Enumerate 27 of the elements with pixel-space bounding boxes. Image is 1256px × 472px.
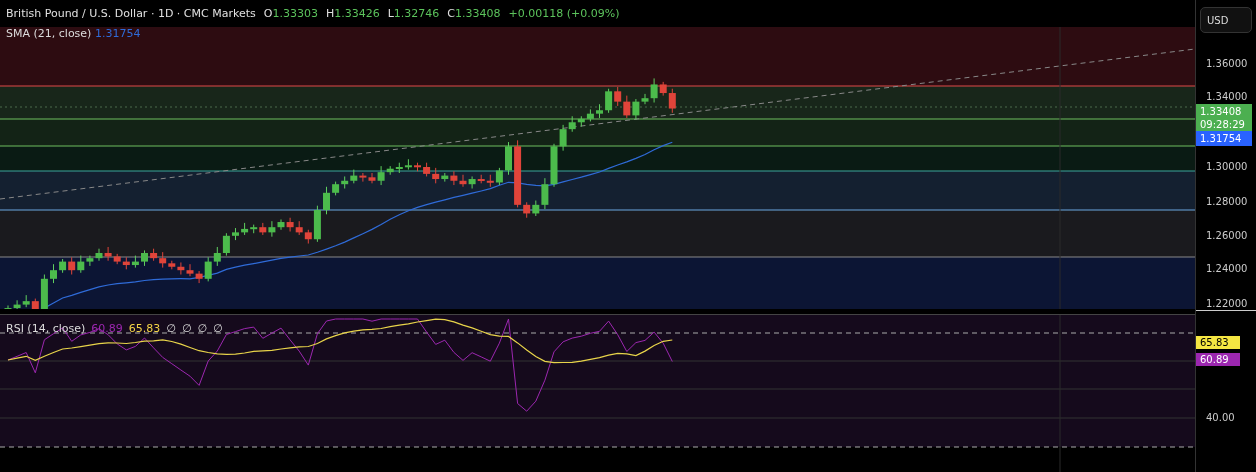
price-tick-label: 1.34000 (1206, 91, 1248, 102)
rsi-legend-label: RSI (14, close) (6, 322, 86, 335)
price-tick-label: 1.22000 (1206, 298, 1248, 309)
ohlc-value: O1.33303 (263, 7, 318, 20)
empty-value-symbol: ∅ (213, 322, 223, 335)
price-change: +0.00118 (+0.09%) (508, 7, 620, 20)
price-tag: 1.31754 (1196, 131, 1252, 146)
price-tick-label: 1.28000 (1206, 196, 1248, 207)
ohlc-value: C1.33408 (447, 7, 501, 20)
currency-button[interactable]: USD (1200, 7, 1252, 33)
rsi-value: 60.89 (91, 322, 123, 335)
ohlc-value: L1.32746 (387, 7, 440, 20)
price-tick-label: 1.30000 (1206, 161, 1248, 172)
rsi-tick-label: 40.00 (1206, 412, 1235, 423)
empty-value-symbol: ∅ (197, 322, 208, 335)
empty-value-symbol: ∅ (181, 322, 192, 335)
price-tick-label: 1.26000 (1206, 230, 1248, 241)
price-tag: 1.33408 09:28:29 (1196, 104, 1252, 132)
ohlc-value: H1.33426 (325, 7, 380, 20)
rsi-value: 65.83 (128, 322, 161, 335)
symbol-title: British Pound / U.S. Dollar · 1D · CMC Markets (6, 7, 256, 20)
price-tick-label: 1.36000 (1206, 58, 1248, 69)
price-tick-label: 1.24000 (1206, 263, 1248, 274)
sma-legend: SMA (21, close) 1.31754 (6, 27, 141, 40)
rsi-tag: 65.83 (1196, 336, 1240, 349)
empty-value-symbol: ∅ (166, 322, 176, 335)
rsi-tag: 60.89 (1196, 353, 1240, 366)
